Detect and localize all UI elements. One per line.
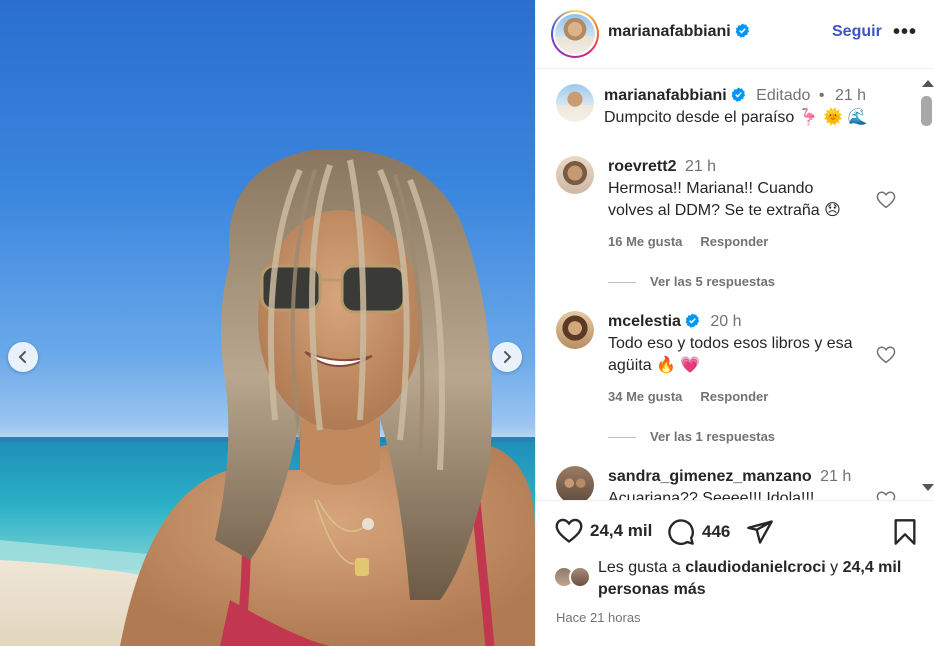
- comment-avatar[interactable]: [556, 466, 594, 500]
- save-button[interactable]: [893, 518, 917, 546]
- verified-badge-icon: [731, 87, 745, 102]
- comment-header: sandra_gimenez_manzano 21 h: [608, 468, 851, 486]
- follow-button[interactable]: Seguir: [832, 23, 882, 41]
- like-comment-heart-icon[interactable]: [876, 491, 896, 500]
- caption-time[interactable]: 21 h: [835, 87, 866, 104]
- comment-time[interactable]: 21 h: [820, 468, 851, 485]
- post-side-panel: marianafabbiani Seguir ••• marianafabbia…: [535, 0, 934, 646]
- edited-label: Editado: [756, 87, 811, 104]
- like-count: 24,4 mil: [590, 521, 653, 540]
- comment-header: roevrett2 21 h: [608, 158, 716, 176]
- verified-badge-icon: [685, 313, 699, 328]
- post-photo[interactable]: [0, 0, 535, 646]
- caption-header: marianafabbiani Editado • 21 h: [604, 87, 866, 105]
- send-paper-plane-icon: [747, 520, 773, 544]
- bookmark-icon: [894, 519, 916, 545]
- author-avatar[interactable]: [551, 10, 599, 58]
- chevron-right-icon: [504, 351, 512, 363]
- scroll-thumb[interactable]: [921, 96, 932, 126]
- caption-text: Dumpcito desde el paraíso 🦩 🌞 🌊: [604, 109, 868, 126]
- comment-button[interactable]: 446: [667, 518, 730, 546]
- comment-username[interactable]: sandra_gimenez_manzano: [608, 468, 812, 485]
- like-comment-heart-icon[interactable]: [876, 346, 896, 364]
- comment-like-count[interactable]: 16 Me gusta: [608, 234, 682, 249]
- chevron-left-icon: [18, 351, 26, 363]
- liker-username[interactable]: claudiodanielcroci: [685, 559, 825, 576]
- next-photo-button[interactable]: [492, 342, 522, 372]
- scroll-up-arrow-icon[interactable]: [922, 80, 934, 87]
- view-replies-link[interactable]: Ver las 1 respuestas: [608, 429, 775, 444]
- comment-time[interactable]: 21 h: [685, 158, 716, 175]
- comment-text: Acuariana?? Seeee!!! Idola!!!: [608, 490, 815, 500]
- separator-dot: •: [818, 87, 825, 104]
- comment-header: mcelestia 20 h: [608, 313, 742, 331]
- comment-text: Hermosa!! Mariana!! Cuando volves al DDM…: [608, 180, 841, 219]
- more-options-button[interactable]: •••: [893, 22, 917, 42]
- comment-text: Todo eso y todos esos libros y esa agüit…: [608, 335, 853, 374]
- beach-selfie-image: [0, 148, 535, 646]
- comment-avatar[interactable]: [556, 156, 594, 194]
- comments-scrollbar[interactable]: [918, 72, 934, 500]
- verified-badge-icon: [735, 23, 749, 38]
- comment-count: 446: [702, 522, 731, 541]
- likes-connector: y: [830, 559, 839, 576]
- comment-avatar[interactable]: [556, 311, 594, 349]
- caption-username[interactable]: marianafabbiani: [604, 87, 727, 104]
- like-comment-heart-icon[interactable]: [876, 191, 896, 209]
- post-header: marianafabbiani Seguir •••: [536, 0, 934, 69]
- post-timestamp[interactable]: Hace 21 horas: [556, 610, 641, 625]
- author-username-text[interactable]: marianafabbiani: [608, 23, 731, 40]
- comments-list[interactable]: marianafabbiani Editado • 21 h Dumpcito …: [536, 70, 934, 500]
- previous-photo-button[interactable]: [8, 342, 38, 372]
- share-button[interactable]: [746, 518, 774, 546]
- comment-actions: 34 Me gusta Responder: [608, 389, 768, 404]
- likes-prefix: Les gusta a: [598, 559, 681, 576]
- liker-avatar[interactable]: [569, 566, 591, 588]
- view-replies-link[interactable]: Ver las 5 respuestas: [608, 274, 775, 289]
- reply-button[interactable]: Responder: [700, 234, 768, 249]
- likes-summary: Les gusta a claudiodanielcroci y 24,4 mi…: [598, 557, 918, 601]
- comment-username[interactable]: mcelestia: [608, 313, 681, 330]
- comment-username[interactable]: roevrett2: [608, 158, 676, 175]
- caption-author-avatar[interactable]: [556, 84, 594, 122]
- author-username[interactable]: marianafabbiani: [608, 23, 750, 41]
- scroll-down-arrow-icon[interactable]: [922, 484, 934, 491]
- comment-time[interactable]: 20 h: [710, 313, 741, 330]
- like-button[interactable]: 24,4 mil: [555, 518, 652, 544]
- reply-button[interactable]: Responder: [700, 389, 768, 404]
- comment-like-count[interactable]: 34 Me gusta: [608, 389, 682, 404]
- comment-actions: 16 Me gusta Responder: [608, 234, 768, 249]
- post-actions: 24,4 mil 446 Les gusta a claudiodanielcr…: [536, 500, 934, 646]
- comment-bubble-icon: [668, 519, 694, 545]
- heart-icon: [555, 518, 583, 543]
